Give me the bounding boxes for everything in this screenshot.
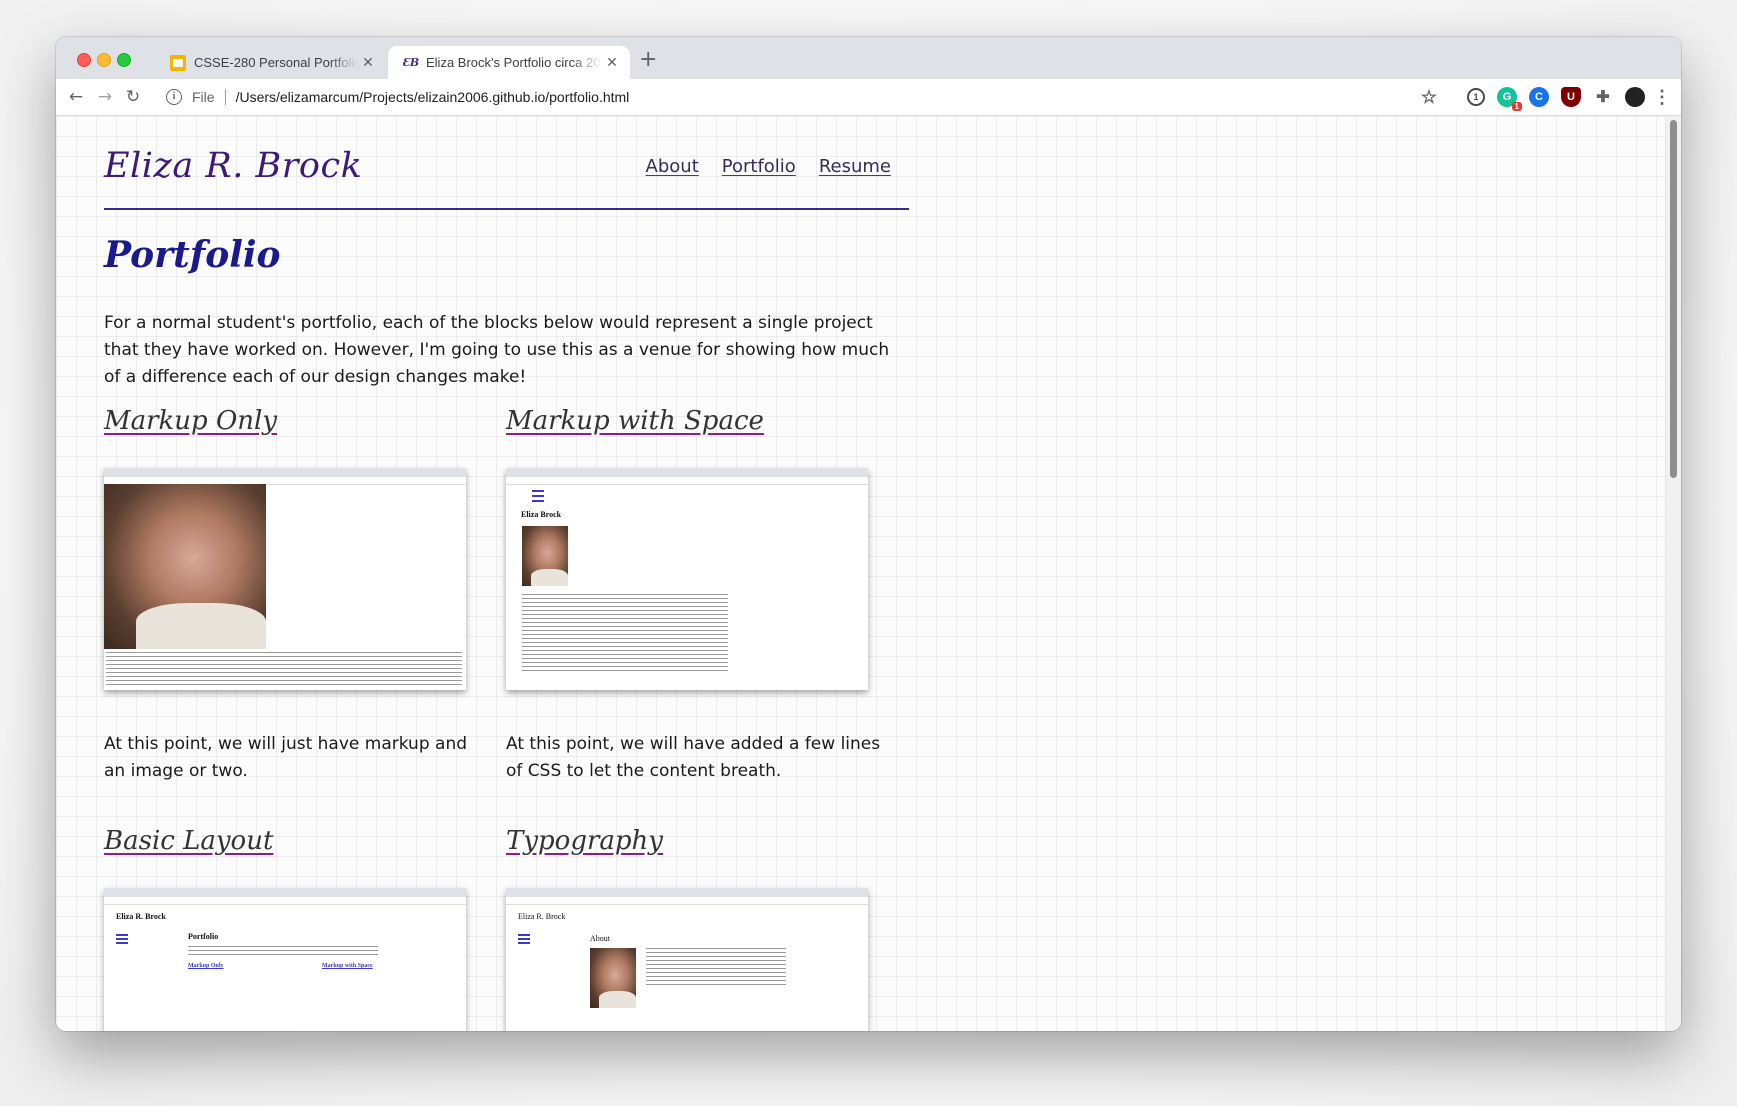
divider — [224, 89, 226, 105]
close-window-button[interactable] — [77, 53, 91, 67]
page-viewport: Eliza R. Brock About Portfolio Resume Po… — [56, 116, 1681, 1031]
nav-link-resume[interactable]: Resume — [819, 156, 891, 177]
info-icon[interactable]: i — [166, 89, 182, 105]
project-card-markup-only: Markup Only At this point, we will just … — [104, 406, 484, 781]
project-screenshot[interactable]: Eliza R. Brock About — [506, 888, 868, 1031]
site-name[interactable]: Eliza R. Brock — [104, 146, 362, 186]
project-screenshot[interactable] — [104, 468, 466, 690]
thumbnail-heading: Eliza R. Brock — [518, 912, 566, 921]
menu-icon[interactable]: ⋮ — [1653, 87, 1671, 107]
eb-favicon-icon: ƐB — [402, 55, 420, 69]
ublock-icon[interactable]: U — [1561, 87, 1581, 107]
vertical-scrollbar[interactable] — [1665, 116, 1681, 1031]
project-title-link[interactable]: Markup with Space — [506, 406, 886, 436]
extension-badge: 1 — [1511, 102, 1522, 111]
slides-icon — [170, 54, 186, 71]
portrait-image — [590, 948, 636, 1008]
tab-title: Eliza Brock's Portfolio circa 20 — [426, 55, 601, 70]
zoom-window-button[interactable] — [117, 53, 131, 67]
tab-title: CSSE-280 Personal Portfolio S — [194, 55, 358, 70]
extensions-bar: ☆ 1 G1 C U ✚ ⋮ — [1413, 79, 1681, 115]
intro-paragraph: For a normal student's portfolio, each o… — [104, 313, 890, 387]
extension-c-icon[interactable]: C — [1529, 87, 1549, 107]
nav-link-portfolio[interactable]: Portfolio — [722, 156, 796, 177]
page-title: Portfolio — [104, 234, 281, 276]
address-bar[interactable]: i File /Users/elizamarcum/Projects/eliza… — [166, 82, 1501, 112]
1password-icon[interactable]: 1 — [1467, 88, 1485, 106]
forward-icon[interactable]: → — [94, 86, 116, 108]
avatar-icon[interactable] — [1625, 87, 1645, 107]
project-screenshot[interactable]: Eliza Brock — [506, 468, 868, 690]
portrait-image — [522, 526, 568, 586]
project-title-link[interactable]: Basic Layout — [104, 826, 484, 856]
close-icon[interactable]: ✕ — [602, 54, 622, 71]
tab-csse-280[interactable]: CSSE-280 Personal Portfolio S ✕ — [156, 46, 386, 79]
thumbnail-link: Markup with Space — [322, 963, 373, 969]
project-card-markup-with-space: Markup with Space Eliza Brock At this po… — [506, 406, 886, 781]
browser-toolbar: ← → ↻ i File /Users/elizamarcum/Projects… — [56, 79, 1681, 116]
thumbnail-subheading: About — [590, 934, 610, 943]
grammarly-icon[interactable]: G1 — [1497, 87, 1522, 111]
puzzle-icon[interactable]: ✚ — [1593, 87, 1613, 107]
project-title-link[interactable]: Markup Only — [104, 406, 484, 436]
tab-portfolio[interactable]: ƐB Eliza Brock's Portfolio circa 20 ✕ — [388, 46, 630, 79]
site-header: Eliza R. Brock About Portfolio Resume — [104, 146, 909, 210]
thumbnail-heading: Eliza Brock — [521, 510, 562, 519]
close-icon[interactable]: ✕ — [358, 54, 378, 71]
thumbnail-link: Markup Only — [188, 963, 224, 969]
tab-strip: CSSE-280 Personal Portfolio S ✕ ƐB Eliza… — [56, 37, 1681, 79]
site-nav: About Portfolio Resume — [646, 156, 891, 177]
project-caption: At this point, we will just have markup … — [104, 734, 468, 781]
browser-window: CSSE-280 Personal Portfolio S ✕ ƐB Eliza… — [56, 37, 1681, 1031]
star-icon[interactable]: ☆ — [1419, 87, 1439, 107]
project-card-basic-layout: Basic Layout Eliza R. Brock Portfolio Ma… — [104, 826, 484, 1031]
url-path: /Users/elizamarcum/Projects/elizain2006.… — [235, 89, 630, 105]
project-caption: At this point, we will have added a few … — [506, 734, 881, 781]
back-icon[interactable]: ← — [65, 86, 87, 108]
new-tab-icon[interactable]: + — [639, 49, 657, 71]
project-card-typography: Typography Eliza R. Brock About — [506, 826, 886, 1031]
url-scheme: File — [192, 89, 215, 105]
thumbnail-heading: Eliza R. Brock — [116, 912, 166, 921]
project-title-link[interactable]: Typography — [506, 826, 886, 856]
minimize-window-button[interactable] — [97, 53, 111, 67]
reload-icon[interactable]: ↻ — [122, 86, 144, 108]
scrollbar-thumb[interactable] — [1670, 120, 1677, 478]
thumbnail-subheading: Portfolio — [188, 932, 219, 941]
portrait-image — [104, 484, 266, 649]
project-screenshot[interactable]: Eliza R. Brock Portfolio Markup Only Mar… — [104, 888, 466, 1031]
nav-link-about[interactable]: About — [646, 156, 699, 177]
